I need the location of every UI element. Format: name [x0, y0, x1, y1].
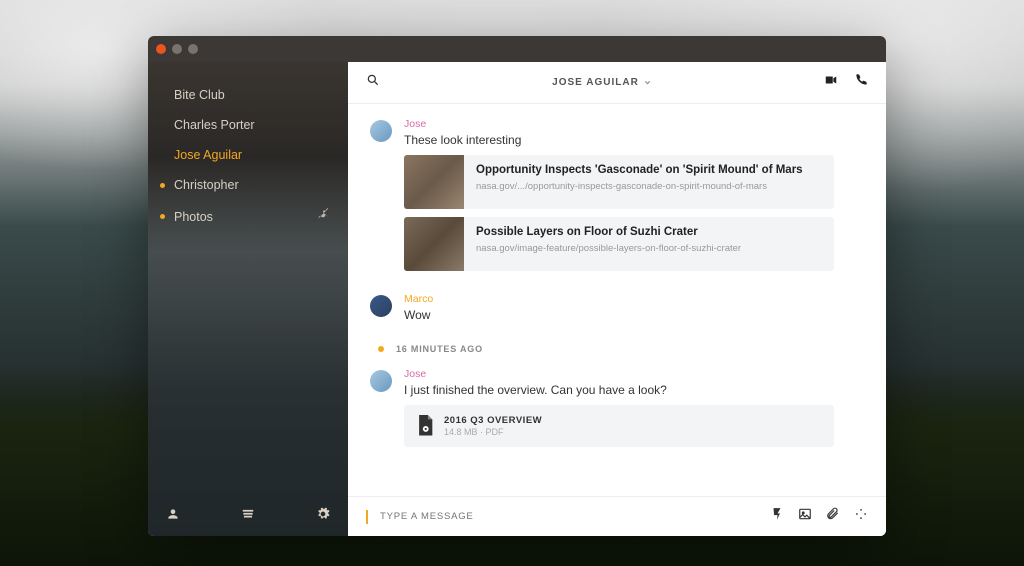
composer — [348, 496, 886, 536]
video-call-icon[interactable] — [824, 73, 838, 92]
avatar[interactable] — [370, 370, 392, 392]
settings-icon[interactable] — [316, 507, 330, 526]
contact-label: Bite Club — [174, 88, 225, 102]
more-icon[interactable] — [854, 507, 868, 526]
separator-dot-icon — [378, 346, 384, 352]
link-thumbnail — [404, 155, 464, 209]
file-meta: 14.8 MB · PDF — [444, 427, 542, 437]
contact-label: Jose Aguilar — [174, 148, 242, 162]
message: Jose These look interesting Opportunity … — [370, 118, 864, 279]
sender-name: Marco — [404, 293, 864, 305]
profile-icon[interactable] — [166, 507, 180, 526]
sidebar-item-christopher[interactable]: Christopher — [148, 170, 348, 200]
unread-dot-icon — [160, 214, 165, 219]
link-title: Opportunity Inspects 'Gasconade' on 'Spi… — [476, 163, 824, 178]
main-panel: JOSE AGUILAR Jose The — [348, 62, 886, 536]
link-preview[interactable]: Possible Layers on Floor of Suzhi Crater… — [404, 217, 834, 271]
time-separator: 16 MINUTES AGO — [370, 344, 864, 354]
muted-icon — [316, 208, 330, 225]
sidebar-item-bite-club[interactable]: Bite Club — [148, 80, 348, 110]
maximize-button[interactable] — [188, 44, 198, 54]
unread-dot-icon — [160, 183, 165, 188]
message-text: I just finished the overview. Can you ha… — [404, 383, 864, 397]
contact-label: Photos — [174, 210, 213, 224]
message: Marco Wow — [370, 293, 864, 330]
chevron-down-icon — [643, 78, 652, 87]
attachment-icon[interactable] — [826, 507, 840, 526]
voice-call-icon[interactable] — [854, 73, 868, 92]
composer-cursor-icon — [366, 510, 368, 524]
chat-title[interactable]: JOSE AGUILAR — [380, 77, 824, 88]
file-attachment[interactable]: 2016 Q3 OVERVIEW 14.8 MB · PDF — [404, 405, 834, 447]
sidebar-footer — [148, 496, 348, 536]
timer-icon[interactable] — [770, 507, 784, 526]
link-preview[interactable]: Opportunity Inspects 'Gasconade' on 'Spi… — [404, 155, 834, 209]
message-list: Jose These look interesting Opportunity … — [348, 104, 886, 496]
sidebar-item-charles-porter[interactable]: Charles Porter — [148, 110, 348, 140]
sender-name: Jose — [404, 368, 864, 380]
contact-label: Charles Porter — [174, 118, 255, 132]
close-button[interactable] — [156, 44, 166, 54]
chat-header: JOSE AGUILAR — [348, 62, 886, 104]
message-text: These look interesting — [404, 133, 864, 147]
separator-text: 16 MINUTES AGO — [396, 344, 483, 354]
search-icon[interactable] — [366, 73, 380, 92]
contact-list: Bite Club Charles Porter Jose Aguilar Ch… — [148, 62, 348, 496]
chat-title-text: JOSE AGUILAR — [552, 77, 639, 88]
file-icon — [416, 415, 434, 437]
minimize-button[interactable] — [172, 44, 182, 54]
message-input[interactable] — [380, 511, 758, 522]
link-url: nasa.gov/image-feature/possible-layers-o… — [476, 243, 824, 254]
avatar[interactable] — [370, 295, 392, 317]
archive-icon[interactable] — [241, 507, 255, 526]
link-url: nasa.gov/.../opportunity-inspects-gascon… — [476, 181, 824, 192]
sidebar-item-jose-aguilar[interactable]: Jose Aguilar — [148, 140, 348, 170]
link-title: Possible Layers on Floor of Suzhi Crater — [476, 225, 824, 240]
message: Jose I just finished the overview. Can y… — [370, 368, 864, 447]
image-icon[interactable] — [798, 507, 812, 526]
message-text: Wow — [404, 308, 864, 322]
sidebar: Bite Club Charles Porter Jose Aguilar Ch… — [148, 62, 348, 536]
contact-label: Christopher — [174, 178, 239, 192]
titlebar — [148, 36, 886, 62]
sender-name: Jose — [404, 118, 864, 130]
file-name: 2016 Q3 OVERVIEW — [444, 415, 542, 426]
avatar[interactable] — [370, 120, 392, 142]
app-window: Bite Club Charles Porter Jose Aguilar Ch… — [148, 36, 886, 536]
link-thumbnail — [404, 217, 464, 271]
sidebar-item-photos[interactable]: Photos — [148, 200, 348, 233]
